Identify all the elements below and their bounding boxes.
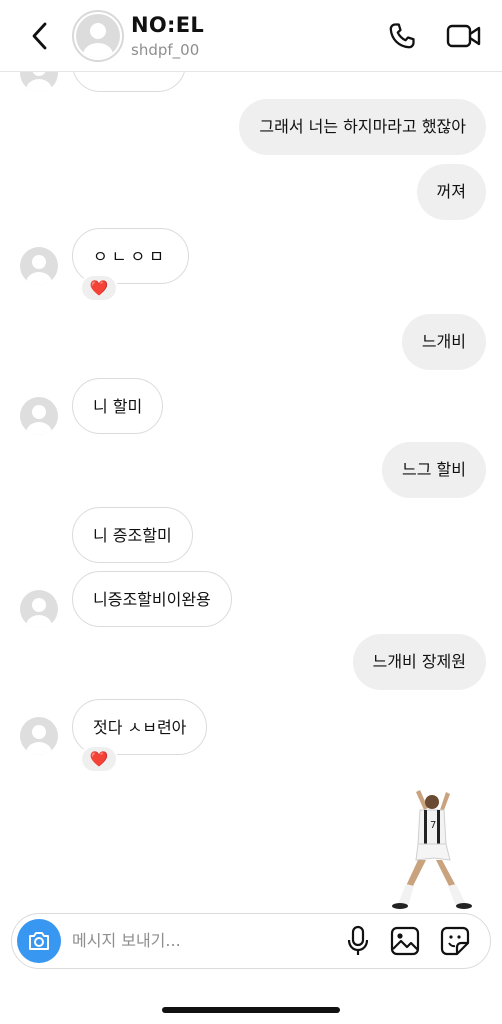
phone-icon bbox=[389, 23, 415, 49]
heart-reaction[interactable]: ❤️ bbox=[80, 745, 118, 773]
default-avatar-icon bbox=[26, 598, 52, 628]
profile-avatar[interactable] bbox=[72, 10, 124, 62]
outgoing-message-bubble[interactable]: 그래서 너는 하지마라고 했잖아 bbox=[239, 99, 486, 155]
message-composer: 메시지 보내기... bbox=[11, 913, 491, 969]
gallery-button[interactable] bbox=[388, 924, 422, 958]
svg-text:7: 7 bbox=[430, 820, 436, 831]
heart-reaction[interactable]: ❤️ bbox=[80, 274, 118, 302]
voice-call-button[interactable] bbox=[384, 18, 420, 54]
sticker-button[interactable] bbox=[438, 924, 472, 958]
home-indicator[interactable] bbox=[162, 1007, 340, 1013]
default-avatar-icon bbox=[26, 405, 52, 435]
sender-avatar[interactable] bbox=[20, 397, 58, 435]
outgoing-message-bubble[interactable]: 느개비 장제원 bbox=[352, 634, 486, 690]
incoming-message-bubble[interactable]: 니 할미 bbox=[72, 378, 164, 434]
message-input[interactable]: 메시지 보내기... bbox=[72, 914, 181, 968]
voice-message-button[interactable] bbox=[342, 924, 374, 958]
sender-avatar[interactable] bbox=[20, 590, 58, 628]
player-sticker-image: 7 bbox=[392, 790, 472, 909]
sender-avatar[interactable] bbox=[20, 717, 58, 755]
back-button[interactable] bbox=[22, 18, 58, 54]
chevron-left-icon bbox=[32, 22, 47, 50]
microphone-icon bbox=[347, 925, 369, 955]
default-avatar-icon bbox=[26, 725, 52, 755]
player-sticker[interactable]: 7 bbox=[386, 786, 478, 910]
camera-button[interactable] bbox=[17, 919, 61, 963]
camera-icon bbox=[29, 932, 49, 950]
chat-header: NO:EL shdpf_00 bbox=[0, 0, 502, 72]
default-avatar-icon bbox=[83, 23, 113, 58]
chat-username[interactable]: shdpf_00 bbox=[131, 41, 199, 59]
chat-title[interactable]: NO:EL bbox=[131, 13, 204, 37]
incoming-message-bubble[interactable]: 니증조할비이완용 bbox=[72, 571, 232, 627]
outgoing-message-bubble[interactable]: 느개비 bbox=[401, 314, 486, 370]
image-icon bbox=[390, 926, 420, 956]
outgoing-message-bubble[interactable]: 꺼져 bbox=[416, 164, 486, 220]
default-avatar-icon bbox=[26, 255, 52, 285]
video-call-button[interactable] bbox=[444, 18, 484, 54]
video-camera-icon bbox=[446, 24, 481, 48]
sender-avatar[interactable] bbox=[20, 247, 58, 285]
outgoing-message-bubble[interactable]: 느그 할비 bbox=[382, 442, 486, 498]
incoming-message-bubble[interactable]: 니 증조할미 bbox=[72, 507, 193, 563]
sticker-icon bbox=[440, 926, 470, 956]
